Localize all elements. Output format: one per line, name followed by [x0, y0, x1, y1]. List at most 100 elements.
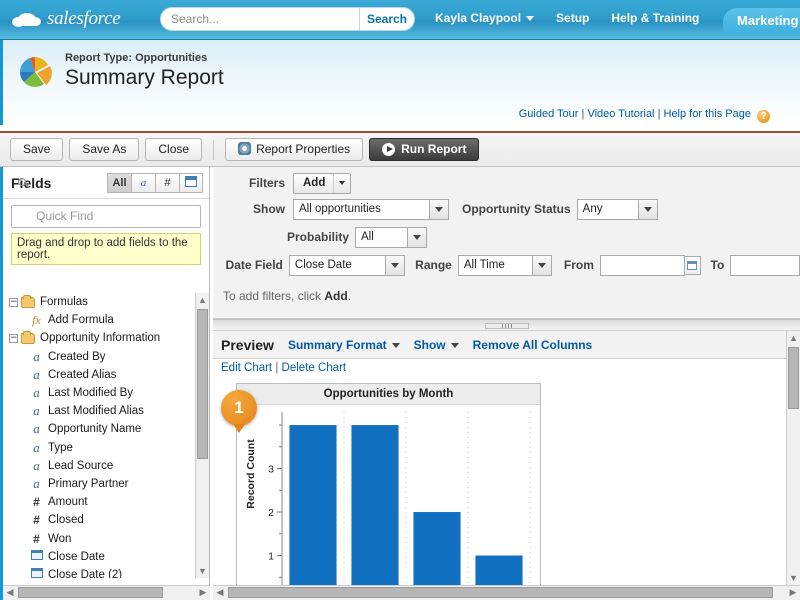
app-tab-marketing[interactable]: Marketing [723, 8, 800, 34]
edit-chart-link[interactable]: Edit Chart [221, 362, 272, 374]
run-report-button[interactable]: Run Report [369, 138, 480, 161]
run-report-label: Run Report [401, 142, 467, 156]
chevron-down-icon [333, 173, 350, 193]
chart-action-links: Edit Chart | Delete Chart [213, 359, 800, 379]
preview-horizontal-scrollbar[interactable]: ◀ ▶ [213, 585, 800, 600]
from-date-input[interactable] [599, 254, 686, 276]
drag-drop-hint: Drag and drop to add fields to the repor… [11, 233, 201, 265]
report-properties-button[interactable]: Report Properties [225, 138, 364, 161]
scroll-up-icon[interactable]: ▲ [196, 293, 209, 307]
show-menu[interactable]: Show [414, 338, 459, 352]
range-select[interactable]: All Time [457, 254, 552, 276]
field-filter-text[interactable]: a [131, 172, 155, 193]
gear-icon [238, 142, 252, 155]
nav-setup[interactable]: Setup [556, 11, 589, 25]
filters-empty-hint: To add filters, click Add. [213, 279, 800, 303]
field-item[interactable]: a Type [3, 439, 213, 457]
field-item[interactable]: a Created By [3, 348, 213, 366]
preview-vertical-scrollbar[interactable]: ▲ ▼ [786, 331, 800, 585]
chevron-down-icon [526, 16, 535, 22]
field-item[interactable]: # Closed [3, 511, 213, 529]
nav-help-training[interactable]: Help & Training [611, 11, 699, 25]
filters-add-row: Filters Add [213, 167, 800, 195]
add-filter-button[interactable]: Add [293, 172, 351, 194]
chevron-down-icon [385, 255, 405, 275]
field-filter-all[interactable]: All [107, 172, 131, 193]
opportunity-status-label: Opportunity Status [462, 202, 571, 216]
search-icon [18, 178, 26, 186]
summary-format-menu[interactable]: Summary Format [288, 338, 400, 352]
scroll-down-icon[interactable]: ▼ [787, 571, 800, 585]
filters-label: Filters [248, 176, 285, 190]
field-label: Created Alias [48, 368, 117, 381]
date-field-select[interactable]: Close Date [288, 254, 406, 276]
scroll-down-icon[interactable]: ▼ [196, 564, 209, 578]
field-filter-number[interactable]: # [155, 172, 179, 193]
chart-container[interactable]: Opportunities by Month Record Count 1 2 3 [236, 383, 541, 599]
field-item[interactable]: a Last Modified Alias [3, 402, 213, 420]
close-button[interactable]: Close [145, 138, 203, 161]
save-button[interactable]: Save [10, 138, 64, 161]
field-item[interactable]: # Amount [3, 493, 213, 511]
hint-suffix: . [347, 289, 352, 303]
chevron-down-icon [429, 199, 448, 219]
chart-y-tick-label: 3 [268, 464, 274, 476]
chart-bar[interactable] [351, 425, 399, 599]
field-item[interactable]: a Primary Partner [3, 475, 213, 493]
fields-vertical-scrollbar[interactable]: ▲ ▼ [195, 293, 209, 578]
probability-select[interactable]: All [355, 226, 427, 248]
field-item[interactable]: a Created Alias [3, 366, 213, 384]
scroll-left-icon[interactable]: ◀ [213, 586, 227, 599]
field-tree[interactable]: − Formulas fx Add Formula − Opportunity Infor… [3, 293, 213, 578]
salesforce-logo[interactable]: salesforce [12, 8, 121, 30]
help-question-icon[interactable]: ? [757, 110, 770, 123]
field-item[interactable]: Close Date (2) [3, 566, 213, 578]
guided-tour-link[interactable]: Guided Tour [519, 108, 579, 120]
field-label: Last Modified Alias [48, 405, 144, 418]
global-nav: Kayla Claypool Setup Help & Training [435, 11, 699, 25]
show-select[interactable]: All opportunities [293, 198, 449, 220]
panel-splitter[interactable] [213, 319, 800, 331]
user-menu[interactable]: Kayla Claypool [435, 11, 535, 25]
field-item[interactable]: a Opportunity Name [3, 420, 213, 438]
help-for-page-link[interactable]: Help for this Page [664, 108, 751, 120]
scroll-left-icon[interactable]: ◀ [3, 586, 17, 599]
delete-chart-link[interactable]: Delete Chart [282, 362, 347, 374]
scrollbar-thumb[interactable] [197, 309, 208, 459]
preview-title: Preview [221, 336, 274, 353]
fields-panel: Fields All a # Quick Find Drag and drop … [0, 167, 210, 600]
field-label: Close Date [48, 550, 105, 563]
global-search-input[interactable]: Search... [160, 7, 360, 31]
to-date-input[interactable] [730, 254, 800, 276]
field-folder[interactable]: − Formulas [3, 293, 213, 311]
probability-label: Probability [286, 230, 349, 244]
scroll-right-icon[interactable]: ▶ [196, 586, 210, 599]
remove-all-columns-link[interactable]: Remove All Columns [473, 338, 593, 352]
scrollbar-thumb[interactable] [228, 587, 773, 598]
calendar-picker-icon[interactable] [685, 255, 701, 275]
scrollbar-thumb[interactable] [788, 347, 799, 409]
field-item[interactable]: a Lead Source [3, 457, 213, 475]
video-tutorial-link[interactable]: Video Tutorial [587, 108, 654, 120]
scroll-up-icon[interactable]: ▲ [787, 331, 800, 345]
fields-horizontal-scrollbar[interactable]: ◀ ▶ [3, 585, 210, 600]
field-filter-date[interactable] [179, 172, 203, 193]
chart-bar[interactable] [289, 425, 337, 599]
expander-icon[interactable]: − [9, 297, 18, 307]
preview-header: Preview Summary Format Show Remove All C… [213, 331, 800, 359]
chevron-down-icon [407, 227, 426, 247]
report-heading: Report Type: Opportunities Summary Repor… [65, 52, 224, 90]
field-item[interactable]: # Won [3, 529, 213, 547]
field-item[interactable]: fx Add Formula [3, 311, 213, 329]
scroll-right-icon[interactable]: ▶ [786, 586, 800, 599]
expander-icon[interactable]: − [9, 333, 18, 343]
opportunity-status-select[interactable]: Any [576, 198, 658, 220]
field-item[interactable]: a Last Modified By [3, 384, 213, 402]
field-folder[interactable]: − Opportunity Information [3, 329, 213, 347]
quick-find-input[interactable]: Quick Find [11, 205, 201, 228]
field-label: Closed [48, 514, 84, 527]
save-as-button[interactable]: Save As [69, 138, 140, 161]
global-search-button[interactable]: Search [360, 7, 415, 31]
field-item[interactable]: Close Date [3, 548, 213, 566]
scrollbar-thumb[interactable] [18, 587, 163, 598]
